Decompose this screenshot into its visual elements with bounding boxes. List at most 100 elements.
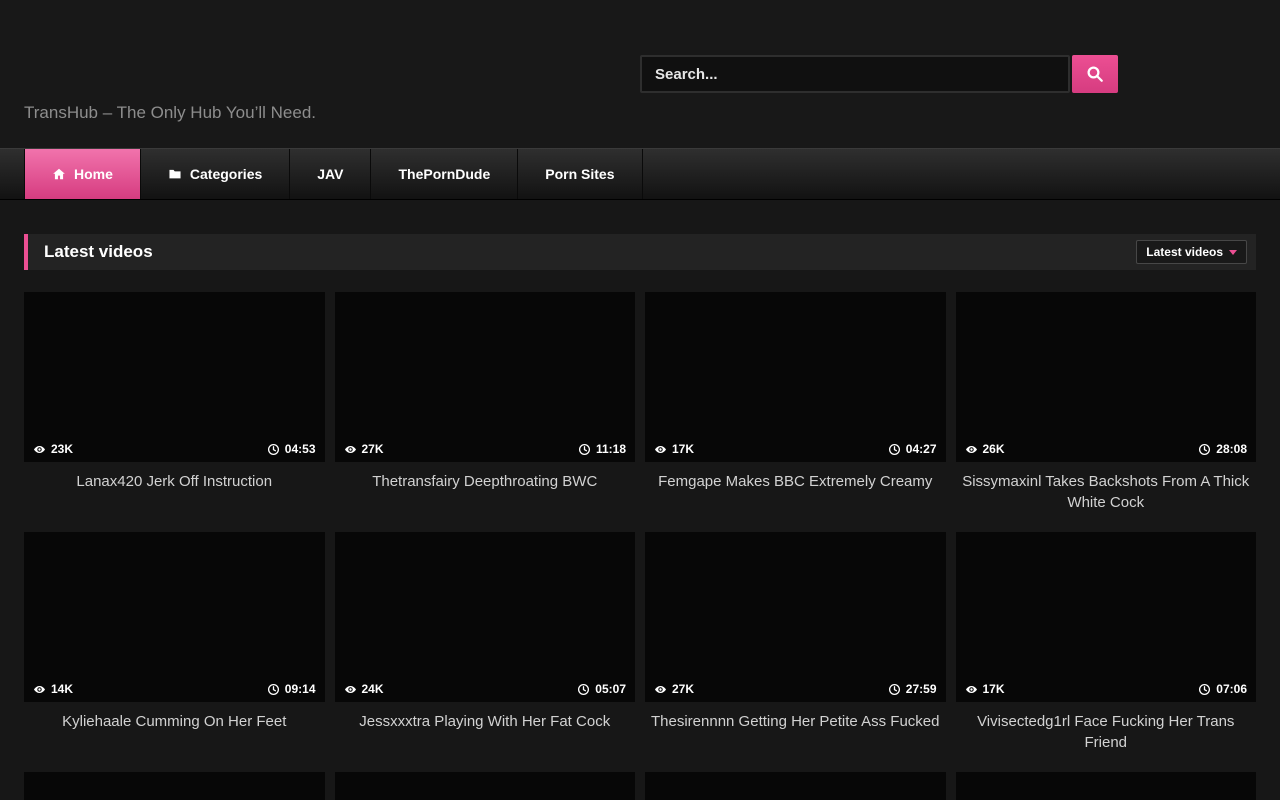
chevron-down-icon: [1229, 250, 1237, 255]
main-nav: Home Categories JAV ThePornDude Porn Sit…: [0, 148, 1280, 200]
duration-value: 11:18: [596, 442, 626, 456]
video-card[interactable]: 26K 28:08 Sissymaxinl Takes Backshots Fr…: [956, 292, 1257, 532]
video-title[interactable]: Femgape Makes BBC Extremely Creamy: [645, 471, 946, 492]
view-count: 17K: [965, 682, 1005, 696]
view-count: 27K: [344, 442, 384, 456]
video-thumbnail[interactable]: [956, 772, 1257, 800]
video-card[interactable]: 27K 11:18 Thetransfairy Deepthroating BW…: [335, 292, 636, 532]
duration-value: 05:07: [595, 682, 626, 696]
video-thumbnail[interactable]: 17K 04:27: [645, 292, 946, 462]
nav-item-label: Home: [74, 166, 113, 182]
section-header: Latest videos Latest videos: [24, 234, 1256, 270]
site-tagline: TransHub – The Only Hub You’ll Need.: [24, 103, 316, 123]
view-count-value: 14K: [51, 682, 73, 696]
nav-item-label: Categories: [190, 166, 262, 182]
view-count-value: 24K: [362, 682, 384, 696]
section-title: Latest videos: [44, 242, 153, 262]
video-stats: 24K 05:07: [335, 676, 636, 702]
nav-item-label: JAV: [317, 166, 343, 182]
duration-badge: 07:06: [1198, 682, 1247, 696]
video-card[interactable]: 17K 07:06 Vivisectedg1rl Face Fucking He…: [956, 532, 1257, 772]
clock-icon: [888, 443, 901, 456]
clock-icon: [267, 443, 280, 456]
section-accent-bar: [24, 234, 28, 270]
video-card[interactable]: 14K 09:14 Kyliehaale Cumming On Her Feet: [24, 532, 325, 772]
video-title[interactable]: Thesirennnn Getting Her Petite Ass Fucke…: [645, 711, 946, 732]
video-title[interactable]: Lanax420 Jerk Off Instruction: [24, 471, 325, 492]
video-stats: 26K 28:08: [956, 436, 1257, 462]
video-card[interactable]: [956, 772, 1257, 800]
video-thumbnail[interactable]: [335, 772, 636, 800]
video-thumbnail[interactable]: 24K 05:07: [335, 532, 636, 702]
nav-item-label: Porn Sites: [545, 166, 614, 182]
eye-icon: [344, 683, 357, 696]
video-stats: 27K 11:18: [335, 436, 636, 462]
duration-value: 07:06: [1216, 682, 1247, 696]
search-icon: [1086, 65, 1104, 83]
view-count: 24K: [344, 682, 384, 696]
video-stats: 14K 09:14: [24, 676, 325, 702]
video-thumbnail[interactable]: 26K 28:08: [956, 292, 1257, 462]
nav-item-categories[interactable]: Categories: [141, 149, 290, 199]
video-stats: 17K 04:27: [645, 436, 946, 462]
video-card[interactable]: [24, 772, 325, 800]
clock-icon: [1198, 683, 1211, 696]
video-stats: 27K 27:59: [645, 676, 946, 702]
video-stats: 23K 04:53: [24, 436, 325, 462]
video-title[interactable]: Jessxxxtra Playing With Her Fat Cock: [335, 711, 636, 732]
video-thumbnail[interactable]: [645, 772, 946, 800]
nav-item-jav[interactable]: JAV: [290, 149, 371, 199]
video-title[interactable]: Thetransfairy Deepthroating BWC: [335, 471, 636, 492]
video-title[interactable]: Kyliehaale Cumming On Her Feet: [24, 711, 325, 732]
site-header: TransHub – The Only Hub You’ll Need.: [0, 0, 1280, 148]
duration-value: 27:59: [906, 682, 937, 696]
view-count-value: 26K: [983, 442, 1005, 456]
video-thumbnail[interactable]: 14K 09:14: [24, 532, 325, 702]
duration-value: 09:14: [285, 682, 316, 696]
nav-item-porn-sites[interactable]: Porn Sites: [518, 149, 642, 199]
clock-icon: [578, 443, 591, 456]
view-count: 27K: [654, 682, 694, 696]
view-count-value: 17K: [672, 442, 694, 456]
nav-item-label: ThePornDude: [398, 166, 490, 182]
nav-item-theporndude[interactable]: ThePornDude: [371, 149, 518, 199]
video-card[interactable]: [645, 772, 946, 800]
search-input[interactable]: [640, 55, 1070, 93]
view-count: 26K: [965, 442, 1005, 456]
video-card[interactable]: [335, 772, 636, 800]
view-count-value: 27K: [362, 442, 384, 456]
duration-value: 28:08: [1216, 442, 1247, 456]
video-card[interactable]: 24K 05:07 Jessxxxtra Playing With Her Fa…: [335, 532, 636, 772]
video-thumbnail[interactable]: 27K 27:59: [645, 532, 946, 702]
duration-badge: 05:07: [577, 682, 626, 696]
nav-item-home[interactable]: Home: [24, 149, 141, 199]
duration-badge: 09:14: [267, 682, 316, 696]
duration-value: 04:53: [285, 442, 316, 456]
video-thumbnail[interactable]: 23K 04:53: [24, 292, 325, 462]
video-card[interactable]: 23K 04:53 Lanax420 Jerk Off Instruction: [24, 292, 325, 532]
eye-icon: [33, 443, 46, 456]
video-thumbnail[interactable]: 27K 11:18: [335, 292, 636, 462]
video-thumbnail[interactable]: [24, 772, 325, 800]
video-stats: 17K 07:06: [956, 676, 1257, 702]
view-count: 23K: [33, 442, 73, 456]
search-bar: [640, 55, 1118, 93]
duration-badge: 04:27: [888, 442, 937, 456]
folder-icon: [168, 167, 182, 181]
eye-icon: [965, 443, 978, 456]
video-grid: 23K 04:53 Lanax420 Jerk Off Instruction: [24, 292, 1256, 800]
sort-dropdown-button[interactable]: Latest videos: [1136, 240, 1247, 264]
home-icon: [52, 167, 66, 181]
clock-icon: [888, 683, 901, 696]
video-title[interactable]: Vivisectedg1rl Face Fucking Her Trans Fr…: [956, 711, 1257, 753]
view-count-value: 17K: [983, 682, 1005, 696]
video-thumbnail[interactable]: 17K 07:06: [956, 532, 1257, 702]
duration-badge: 11:18: [578, 442, 626, 456]
video-card[interactable]: 17K 04:27 Femgape Makes BBC Extremely Cr…: [645, 292, 946, 532]
clock-icon: [1198, 443, 1211, 456]
duration-badge: 27:59: [888, 682, 937, 696]
video-card[interactable]: 27K 27:59 Thesirennnn Getting Her Petite…: [645, 532, 946, 772]
eye-icon: [965, 683, 978, 696]
search-button[interactable]: [1072, 55, 1118, 93]
video-title[interactable]: Sissymaxinl Takes Backshots From A Thick…: [956, 471, 1257, 513]
